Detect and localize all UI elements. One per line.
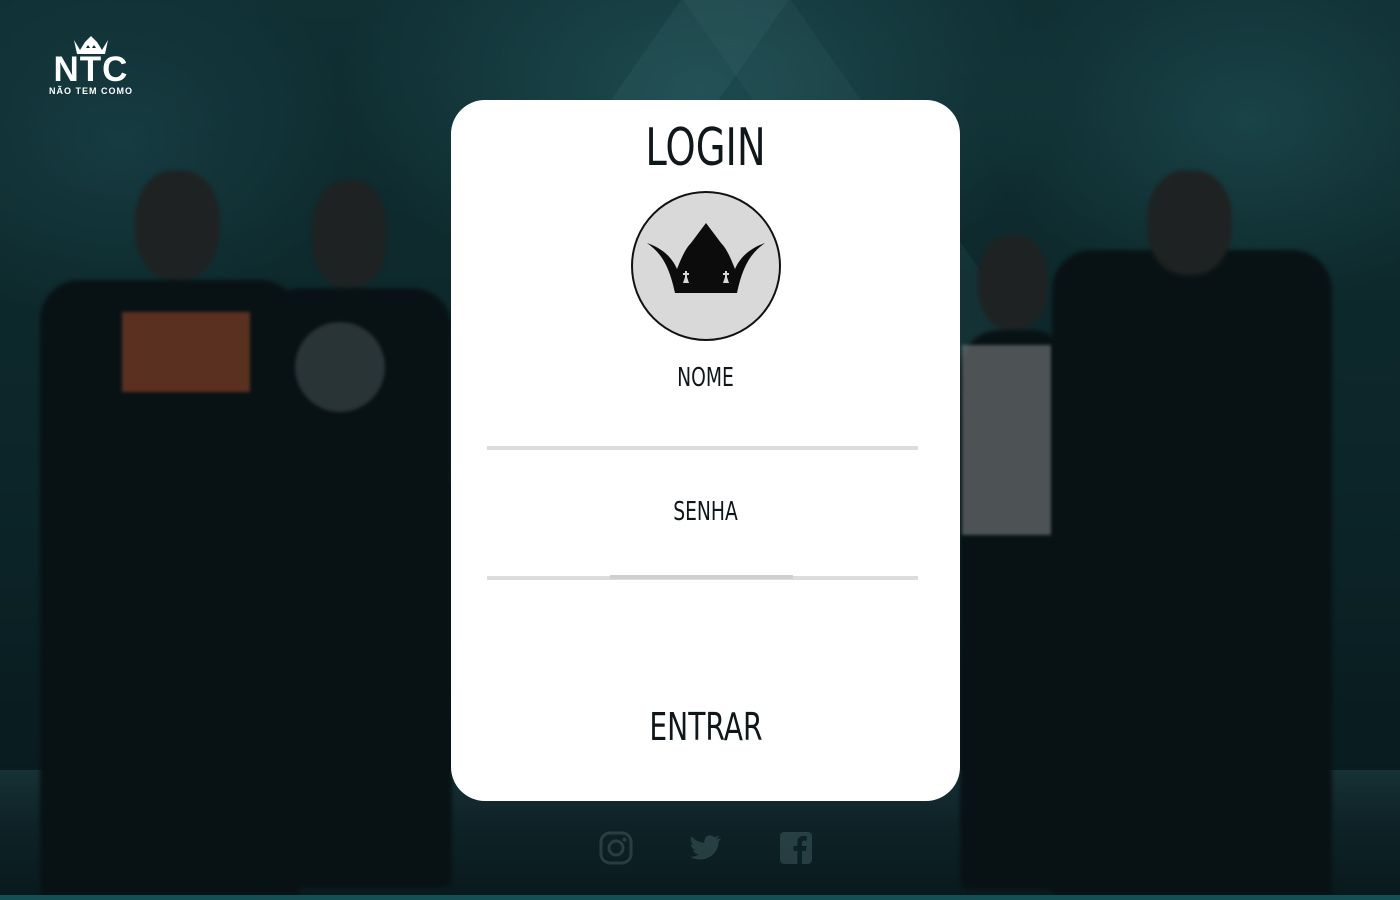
facebook-icon[interactable]	[778, 830, 814, 866]
login-page: NTC NÃO TEM COMO LOGIN NOME SENHA ENTRAR	[0, 0, 1400, 900]
login-title: LOGIN	[645, 118, 766, 178]
twitter-icon[interactable]	[688, 830, 724, 866]
crown-badge	[631, 191, 781, 341]
submit-button[interactable]: ENTRAR	[598, 700, 814, 754]
name-label: NOME	[677, 363, 734, 393]
crown-icon	[647, 223, 765, 293]
brand-name: NTC	[53, 50, 129, 89]
password-label: SENHA	[673, 497, 738, 527]
instagram-icon[interactable]	[598, 830, 634, 866]
name-input[interactable]	[487, 416, 918, 450]
brand-tagline: NÃO TEM COMO	[49, 86, 133, 96]
brand-logo[interactable]: NTC NÃO TEM COMO	[40, 34, 142, 104]
social-links	[598, 830, 814, 866]
password-input-highlight	[610, 575, 793, 579]
